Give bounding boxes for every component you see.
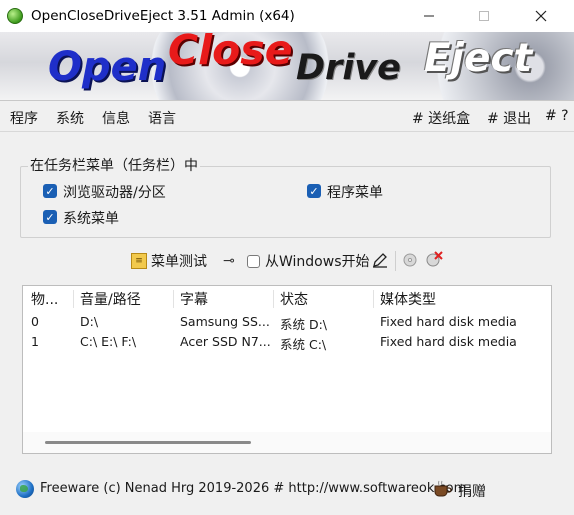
drive-list[interactable]: 物... 音量/路径 字幕 状态 媒体类型 0 D:\ Samsung SS..… [22,285,552,454]
freeware-link[interactable]: Freeware (c) Nenad Hrg 2019-2026 # http:… [40,481,466,496]
cell-number: 1 [31,334,39,349]
program-menu-checkbox[interactable]: ✓ [307,184,321,198]
table-row[interactable]: 1 C:\ E:\ F:\ Acer SSD N7... 系统 C:\ Fixe… [23,332,551,352]
browse-drives-label[interactable]: 浏览驱动器/分区 [63,182,166,202]
menu-bar: 程序 系统 信息 语言 # 送纸盒 # 退出 # ? [0,102,574,130]
toolbar-separator [395,251,396,271]
menu-exit[interactable]: # 退出 [487,108,531,128]
banner-word-drive: Drive [296,48,401,88]
coffee-cup-icon[interactable] [433,480,453,498]
disc-remove-icon[interactable] [425,250,443,268]
col-divider [173,290,174,308]
minimize-icon [424,15,434,17]
col-header-caption[interactable]: 字幕 [180,289,208,309]
col-divider [73,290,74,308]
system-menu-checkbox[interactable]: ✓ [43,210,57,224]
disc-tool-icon[interactable] [402,251,420,269]
banner-word-open: Open [48,44,167,90]
group-title: 在任务栏菜单（任务栏）中 [28,155,200,175]
maximize-icon [479,11,489,21]
col-header-status[interactable]: 状态 [280,289,308,309]
window-title: OpenCloseDriveEject 3.51 Admin (x64) [31,8,295,24]
app-icon [7,8,23,24]
cell-volume-path: D:\ [80,314,99,329]
cell-media-type: Fixed hard disk media [380,314,517,329]
banner-word-eject: Eject [424,36,533,81]
scrollbar-thumb[interactable] [45,441,251,444]
globe-icon [16,480,34,498]
app-banner: Open Close Drive Eject [0,32,574,101]
cell-status: 系统 D:\ [280,317,328,332]
close-button[interactable] [518,0,564,32]
col-divider [373,290,374,308]
menu-system[interactable]: 系统 [56,108,84,128]
col-header-media-type[interactable]: 媒体类型 [380,289,436,309]
maximize-button[interactable] [461,0,507,32]
cell-caption: Acer SSD N7... [180,334,271,349]
cell-status: 系统 C:\ [280,337,327,352]
browse-drives-checkbox[interactable]: ✓ [43,184,57,198]
list-header: 物... 音量/路径 字幕 状态 媒体类型 [23,286,551,310]
donate-button[interactable]: 捐赠 [458,481,486,501]
table-row[interactable]: 0 D:\ Samsung SS... 系统 D:\ Fixed hard di… [23,312,551,332]
program-menu-label[interactable]: 程序菜单 [327,182,383,202]
banner-word-close: Close [168,32,293,74]
menu-test-button[interactable]: 菜单测试 [151,251,207,271]
cell-volume-path: C:\ E:\ F:\ [80,334,137,349]
col-header-volume-path[interactable]: 音量/路径 [80,289,141,309]
menu-test-icon[interactable]: ≡ [131,253,147,269]
menu-language[interactable]: 语言 [148,108,176,128]
col-divider [273,290,274,308]
edit-pencil-icon[interactable] [371,251,389,269]
menu-eject-tray[interactable]: # 送纸盒 [412,108,470,128]
pin-icon[interactable]: ⊸ [220,253,238,269]
col-header-number[interactable]: 物... [31,289,58,309]
menu-help[interactable]: # ? [545,108,569,124]
start-with-windows-checkbox[interactable] [247,255,260,268]
horizontal-scrollbar[interactable] [23,432,551,453]
minimize-button[interactable] [406,0,452,32]
menu-divider [0,131,574,132]
close-icon [535,10,547,22]
system-menu-label[interactable]: 系统菜单 [63,208,119,228]
title-bar: OpenCloseDriveEject 3.51 Admin (x64) [0,0,574,32]
cell-caption: Samsung SS... [180,314,270,329]
cell-number: 0 [31,314,39,329]
cell-media-type: Fixed hard disk media [380,334,517,349]
menu-info[interactable]: 信息 [102,108,130,128]
start-with-windows-label[interactable]: 从Windows开始 [265,251,370,271]
menu-program[interactable]: 程序 [10,108,38,128]
